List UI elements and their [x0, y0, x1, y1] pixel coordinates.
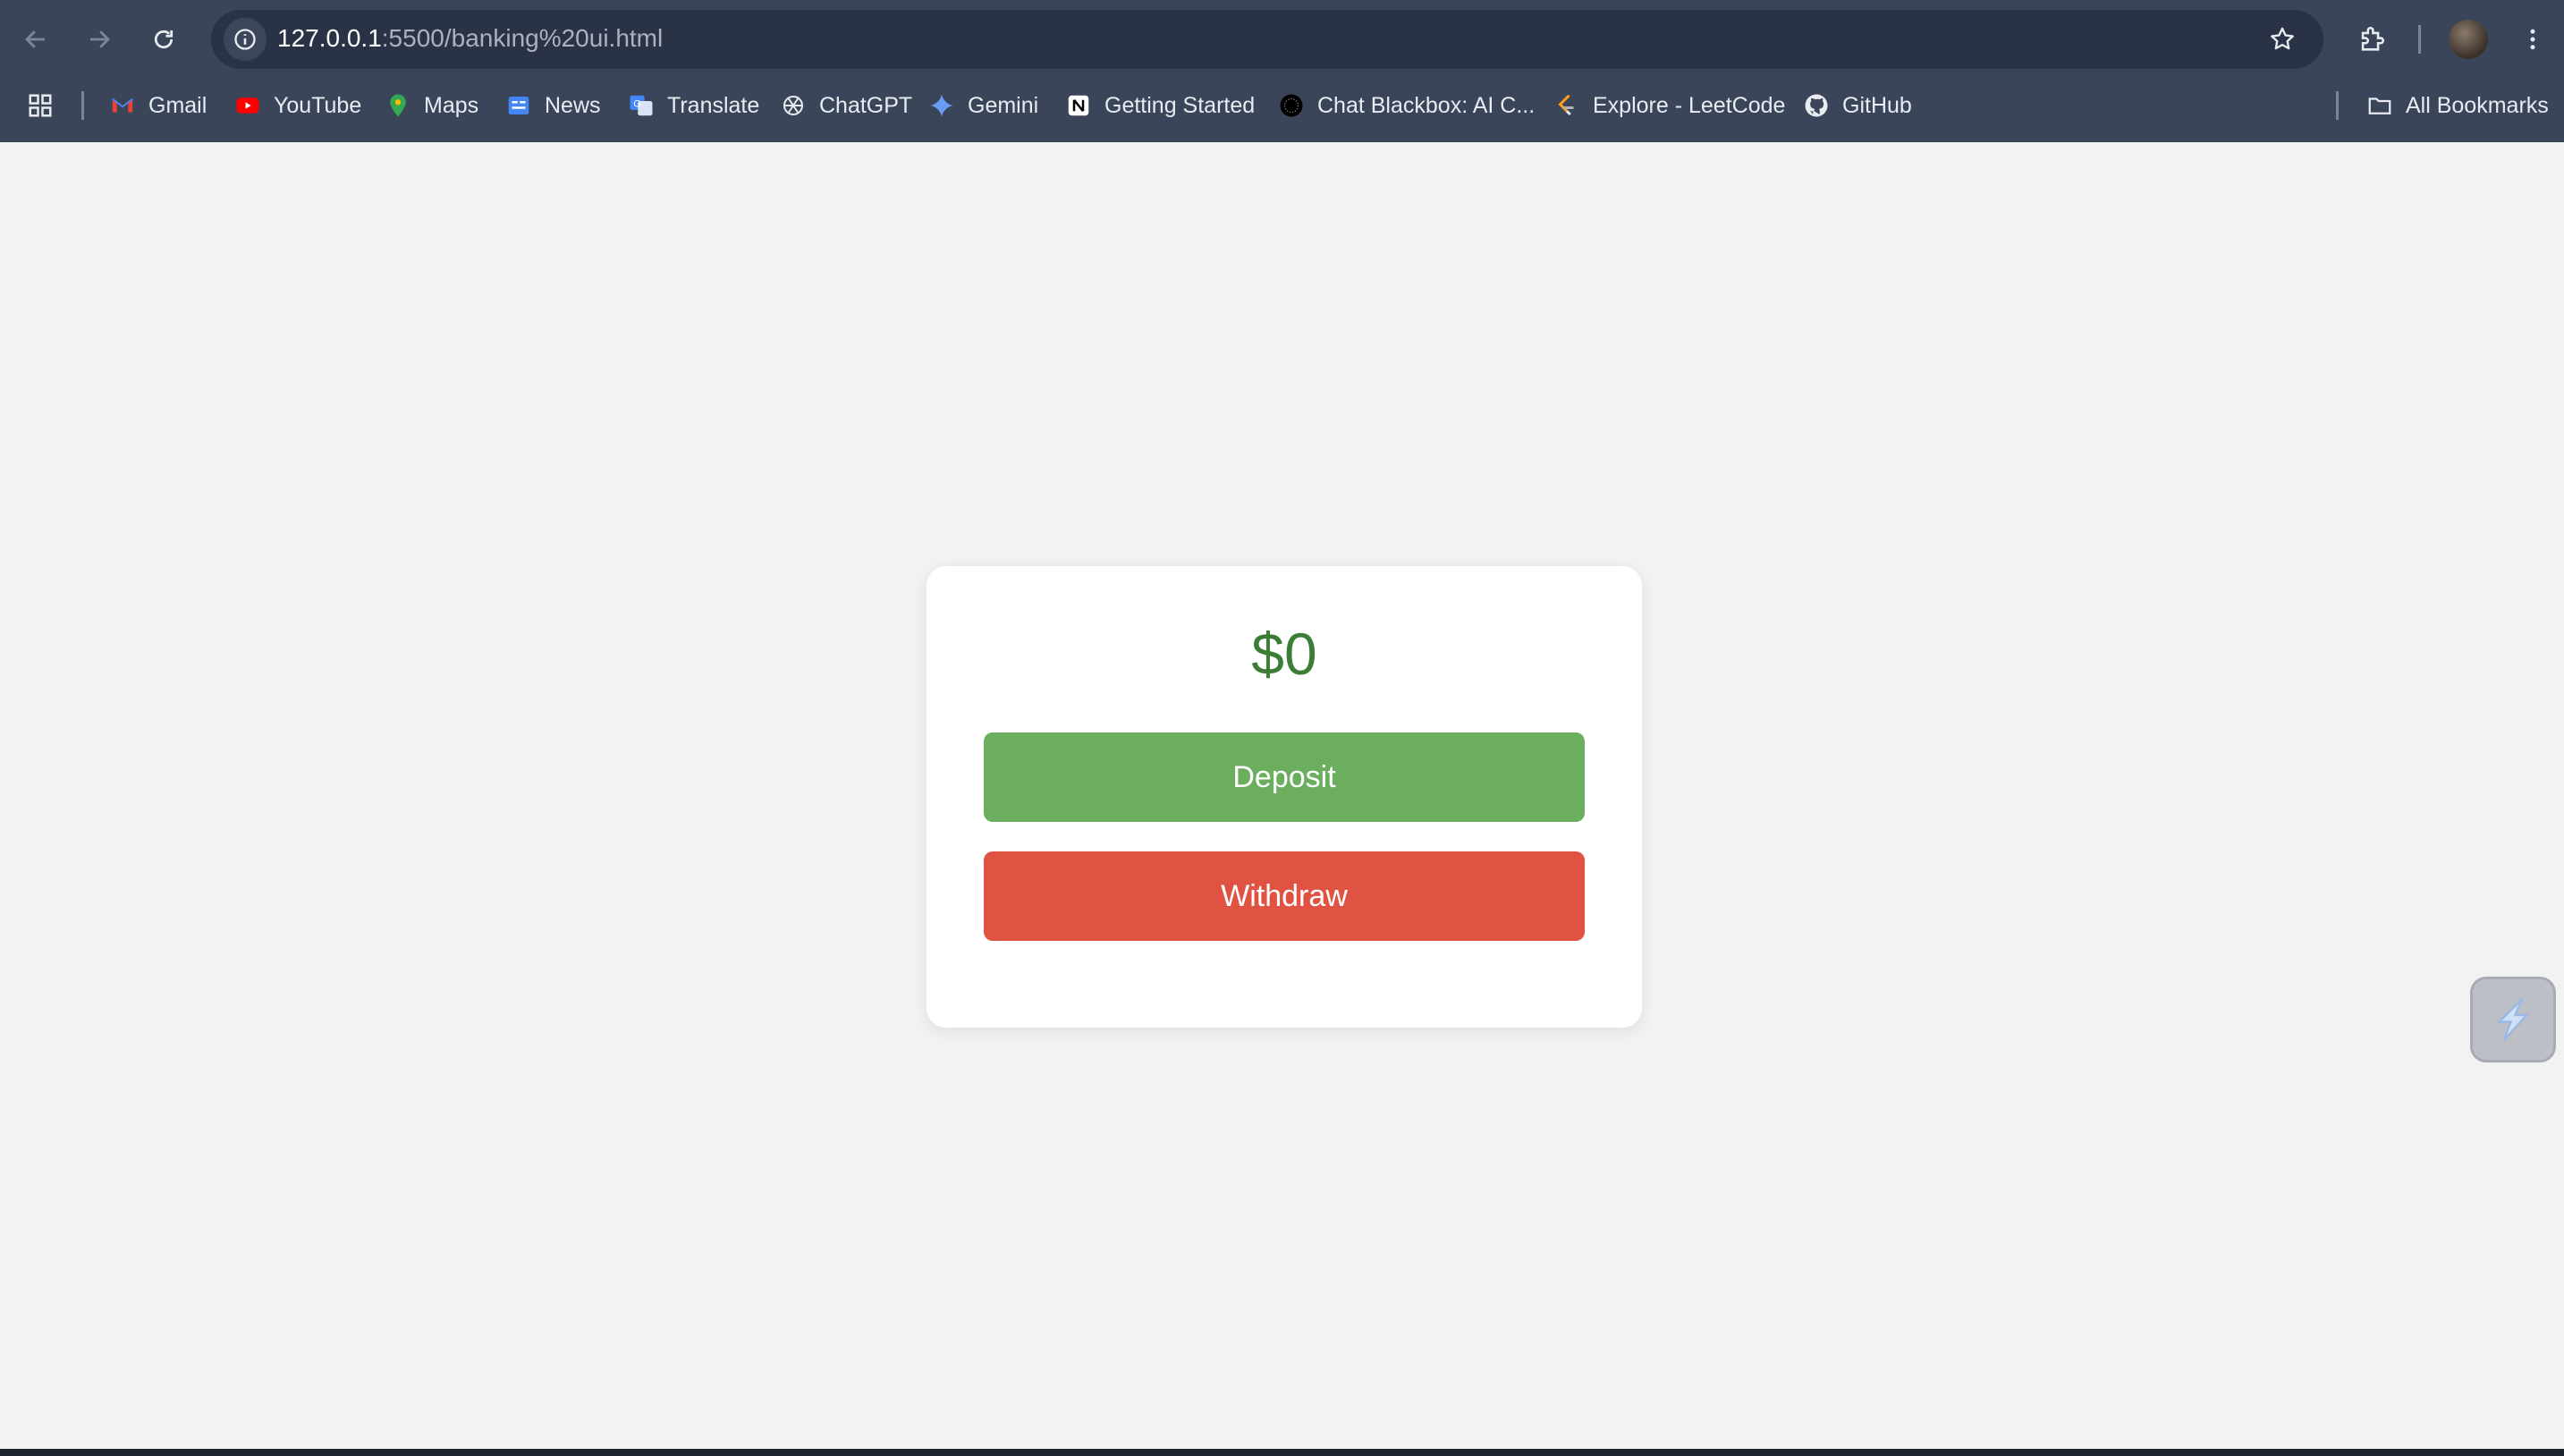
bookmark-label: Chat Blackbox: AI C...: [1317, 92, 1536, 118]
bookmark-label: GitHub: [1842, 92, 1912, 118]
bookmark-label: YouTube: [274, 92, 362, 118]
folder-icon: [2368, 97, 2391, 114]
gmail-icon: [112, 97, 133, 113]
bookmark-label: News: [545, 92, 601, 118]
blackbox-icon: [1280, 94, 1303, 117]
translate-icon: G: [630, 95, 653, 116]
puzzle-icon: [2361, 27, 2384, 51]
browser-chrome: 127.0.0.1:5500/banking%20ui.html Gmail Y…: [0, 0, 2564, 142]
bookmark-gemini[interactable]: Gemini: [928, 80, 1038, 131]
url-text[interactable]: 127.0.0.1:5500/banking%20ui.html: [277, 24, 663, 53]
reload-icon: [154, 30, 173, 49]
floating-extension-button[interactable]: [2470, 977, 2556, 1062]
bookmarks-bar: Gmail YouTube Maps News G Translate Chat…: [0, 80, 2564, 131]
bookmark-news[interactable]: News: [505, 80, 601, 131]
url-host: 127.0.0.1: [277, 24, 382, 52]
bookmark-label: ChatGPT: [819, 92, 913, 118]
bookmark-blackbox[interactable]: Chat Blackbox: AI C...: [1278, 80, 1535, 131]
back-arrow-icon: [25, 30, 45, 48]
svg-text:G: G: [633, 98, 641, 109]
bookmark-label: Maps: [424, 92, 479, 118]
news-icon: [508, 97, 529, 114]
chatgpt-icon: [783, 96, 803, 115]
apps-grid-icon: [29, 94, 52, 117]
all-bookmarks-label: All Bookmarks: [2406, 92, 2549, 118]
more-vert-icon: [2530, 29, 2535, 50]
bookmark-gmail[interactable]: Gmail: [109, 80, 207, 131]
toolbar-divider: [2418, 25, 2421, 54]
deposit-button[interactable]: Deposit: [984, 732, 1585, 822]
star-icon: [2271, 27, 2294, 50]
forward-arrow-icon: [90, 30, 110, 48]
leetcode-icon: [1558, 94, 1574, 116]
bookmark-star-button[interactable]: [2261, 18, 2304, 61]
youtube-icon: [236, 97, 259, 114]
gemini-icon: [930, 94, 953, 117]
bookmark-label: Translate: [667, 92, 760, 118]
extensions-button[interactable]: [2348, 16, 2395, 63]
bookmark-github[interactable]: GitHub: [1803, 80, 1912, 131]
forward-button[interactable]: [76, 16, 123, 63]
bookmark-label: Explore - LeetCode: [1593, 92, 1786, 118]
bookmark-label: Getting Started: [1104, 92, 1256, 118]
bookmarks-divider: [81, 91, 84, 120]
window-bottom-edge: [0, 1449, 2564, 1456]
bank-card: $0 Deposit Withdraw: [927, 566, 1642, 1028]
back-button[interactable]: [13, 16, 59, 63]
bookmark-translate[interactable]: G Translate: [628, 80, 759, 131]
bookmark-label: Gemini: [968, 92, 1039, 118]
address-bar[interactable]: 127.0.0.1:5500/banking%20ui.html: [211, 10, 2323, 69]
maps-icon: [390, 94, 406, 117]
browser-toolbar: 127.0.0.1:5500/banking%20ui.html: [0, 0, 2564, 79]
bookmark-getting-started[interactable]: Getting Started: [1065, 80, 1255, 131]
balance-display: $0: [1251, 621, 1317, 687]
site-info-button[interactable]: [224, 18, 267, 61]
info-icon: [234, 29, 256, 50]
bookmarks-divider: [2336, 91, 2339, 120]
bookmark-youtube[interactable]: YouTube: [234, 80, 361, 131]
notion-icon: [1068, 95, 1089, 116]
bookmark-maps[interactable]: Maps: [385, 80, 478, 131]
bookmark-label: Gmail: [148, 92, 207, 118]
url-path: :5500/banking%20ui.html: [381, 24, 664, 52]
profile-avatar[interactable]: [2449, 20, 2488, 59]
withdraw-button[interactable]: Withdraw: [984, 851, 1585, 941]
bookmark-leetcode[interactable]: Explore - LeetCode: [1553, 80, 1785, 131]
reload-button[interactable]: [140, 16, 187, 63]
bookmark-chatgpt[interactable]: ChatGPT: [780, 80, 912, 131]
lightning-icon: [2496, 997, 2530, 1042]
all-bookmarks-button[interactable]: All Bookmarks: [2366, 80, 2549, 131]
github-icon: [1805, 94, 1828, 117]
browser-menu-button[interactable]: [2509, 16, 2556, 63]
apps-button[interactable]: [27, 80, 54, 131]
